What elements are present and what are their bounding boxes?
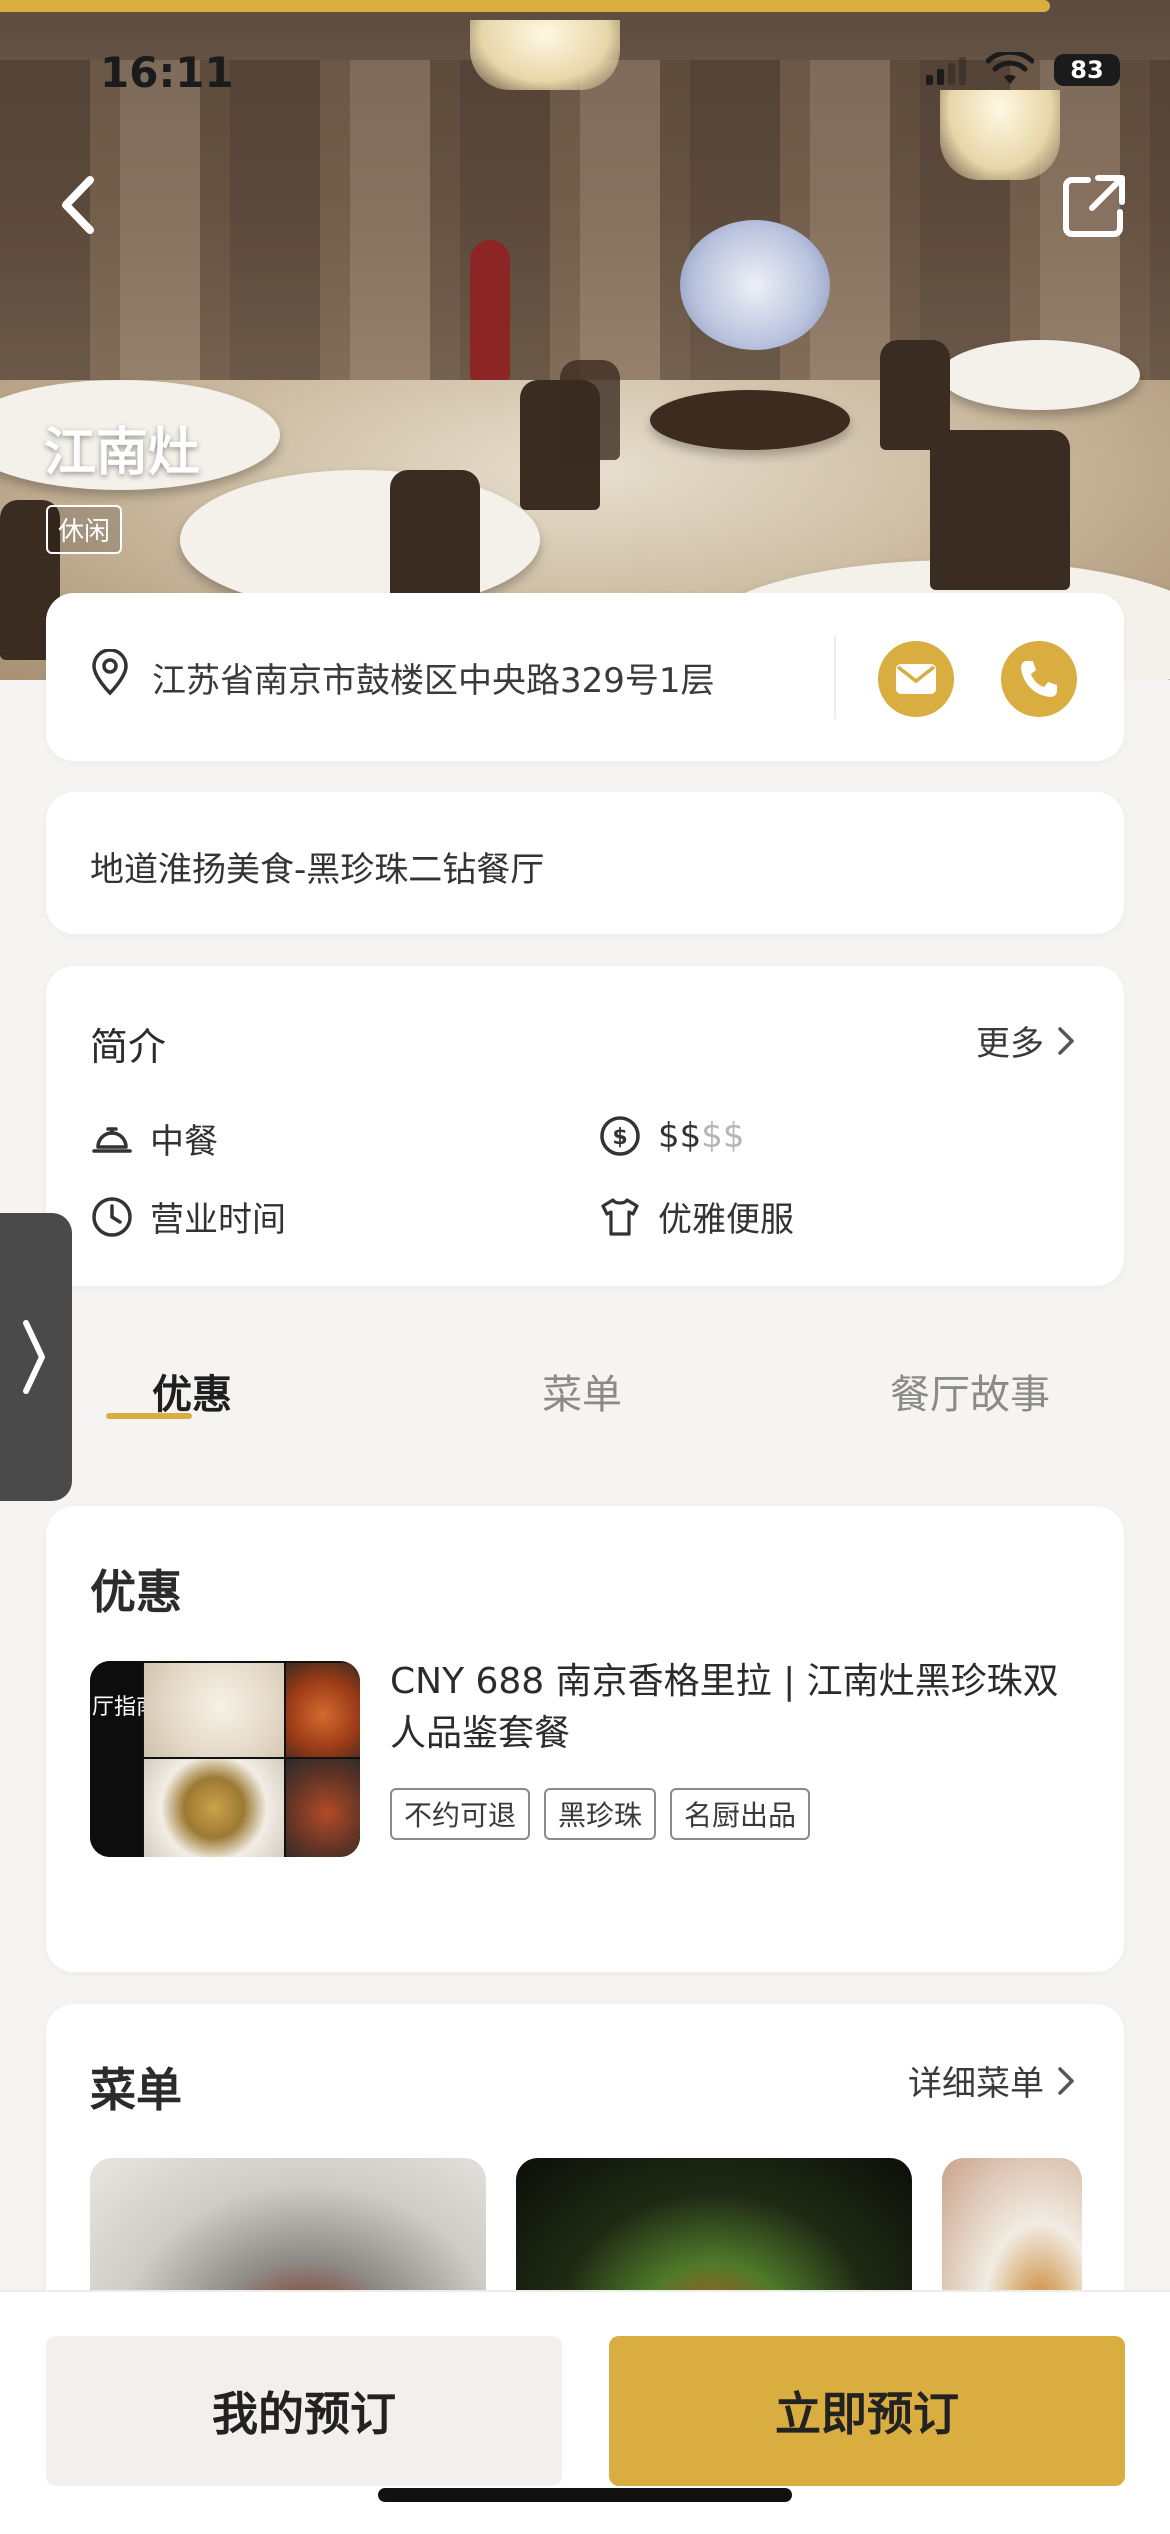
share-icon: [1063, 175, 1125, 237]
flower-arrangement: [680, 220, 830, 350]
message-button[interactable]: [878, 641, 954, 717]
back-button[interactable]: [50, 170, 110, 240]
price-active: $$: [658, 1116, 702, 1156]
cloche-icon: [92, 1126, 132, 1153]
restaurant-name: 江南灶: [44, 423, 201, 483]
offers-title: 优惠: [90, 1565, 182, 1619]
phone-icon: [1021, 661, 1057, 697]
price-item: $ $$$$: [598, 1114, 745, 1158]
offer-tag: 不约可退: [390, 1788, 531, 1840]
chevron-right-icon: [1058, 2066, 1074, 2095]
restaurant-description: 地道淮扬美食-黑珍珠二钻餐厅: [90, 850, 545, 890]
home-indicator: [378, 2488, 792, 2502]
thumb-dish-4: [286, 1759, 360, 1857]
dining-table: [940, 340, 1140, 410]
thumb-dish-2: [286, 1663, 360, 1757]
detail-menu-label: 详细菜单: [908, 2064, 1044, 2104]
tab-menu[interactable]: 菜单: [542, 1362, 622, 1420]
price-inactive: $$: [701, 1116, 745, 1156]
dress-code-item: 优雅便服: [598, 1192, 794, 1241]
thumb-dish-1: [144, 1663, 284, 1757]
cellular-signal-icon: [926, 55, 966, 85]
cuisine-label: 中餐: [150, 1122, 218, 1162]
location-pin-icon: [92, 649, 128, 696]
status-bar: 16:11 83: [0, 40, 1170, 110]
waiter-figure: [470, 240, 510, 380]
offer-thumbnail[interactable]: 厅指南: [90, 1661, 360, 1857]
chair: [390, 470, 480, 610]
status-time: 16:11: [100, 48, 234, 97]
section-tabs: 优惠 菜单 餐厅故事: [46, 1340, 1124, 1440]
side-drawer-handle[interactable]: [0, 1213, 72, 1501]
dollar-icon: $: [600, 1116, 640, 1156]
intro-title: 简介: [90, 1025, 167, 1069]
thumb-dish-3: [144, 1759, 284, 1857]
wifi-icon: [986, 52, 1034, 84]
offer-tag: 名厨出品: [670, 1788, 811, 1840]
more-label: 更多: [976, 1024, 1044, 1064]
divider: [834, 635, 836, 719]
tab-offers[interactable]: 优惠: [152, 1362, 232, 1420]
svg-text:$: $: [612, 1125, 627, 1150]
detail-menu-link[interactable]: 详细菜单: [908, 2056, 1076, 2105]
offer-tag: 黑珍珠: [544, 1788, 657, 1840]
chair: [930, 430, 1070, 590]
mail-icon: [896, 664, 936, 694]
status-indicators: 83: [926, 52, 1120, 88]
restaurant-tag: 休闲: [46, 505, 123, 554]
menu-title: 菜单: [90, 2063, 182, 2117]
offers-card: 优惠 厅指南 CNY 688 南京香格里拉 | 江南灶黑珍珠双人品鉴套餐 不约可…: [46, 1506, 1124, 1972]
share-button[interactable]: [1058, 170, 1130, 242]
chevron-right-icon: [23, 1320, 45, 1394]
description-card: 地道淮扬美食-黑珍珠二钻餐厅: [46, 792, 1124, 934]
price-level: $$$$: [658, 1116, 745, 1156]
intro-more-link[interactable]: 更多: [976, 1016, 1076, 1065]
hours-label: 营业时间: [150, 1200, 286, 1240]
address-card: 江苏省南京市鼓楼区中央路329号1层: [46, 593, 1124, 761]
shirt-icon: [601, 1197, 639, 1236]
clock-icon: [92, 1196, 132, 1237]
offer-name[interactable]: CNY 688 南京香格里拉 | 江南灶黑珍珠双人品鉴套餐: [390, 1656, 1080, 1760]
cuisine-item: 中餐: [90, 1114, 218, 1163]
intro-card: 简介 更多 中餐 $ $$$$ 营业时间 优雅便服: [46, 966, 1124, 1286]
my-booking-button[interactable]: 我的预订: [46, 2336, 562, 2486]
dress-code-label: 优雅便服: [658, 1200, 794, 1240]
round-center-table: [650, 390, 850, 450]
address-text[interactable]: 江苏省南京市鼓楼区中央路329号1层: [152, 653, 715, 702]
dining-table: [180, 470, 540, 610]
chevron-right-icon: [1058, 1026, 1074, 1055]
active-tab-indicator: [106, 1413, 192, 1419]
chair: [560, 360, 620, 460]
hours-item[interactable]: 营业时间: [90, 1192, 286, 1241]
offer-tags: 不约可退 黑珍珠 名厨出品: [390, 1788, 811, 1840]
book-now-button[interactable]: 立即预订: [609, 2336, 1125, 2486]
page-load-progress: [0, 0, 1050, 12]
call-button[interactable]: [1001, 641, 1077, 717]
chevron-left-icon: [62, 176, 94, 234]
tab-story[interactable]: 餐厅故事: [890, 1362, 1050, 1420]
battery-indicator: 83: [1054, 54, 1120, 86]
